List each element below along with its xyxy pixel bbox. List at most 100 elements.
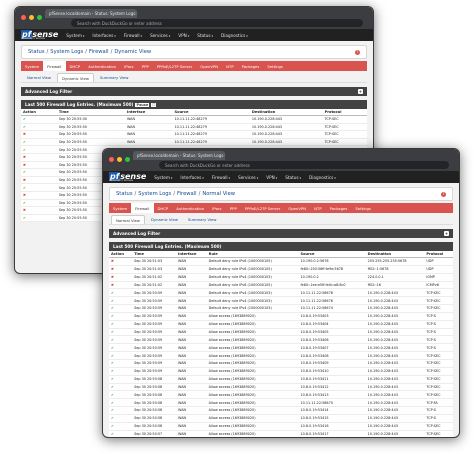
table-row[interactable]: ✔ Sep 30 20:50:59 WAN Allow access (1693889… xyxy=(109,359,453,368)
table-row[interactable]: ✔ Sep 30 20:50:59 WAN Default deny rule IPv… xyxy=(109,296,453,306)
menu-services[interactable]: Services xyxy=(150,33,170,38)
expand-filter-icon[interactable]: + xyxy=(444,231,449,236)
cell-proto: TCP:SEC xyxy=(424,288,453,298)
tab-firewall[interactable]: Firewall xyxy=(131,203,154,213)
table-row[interactable]: ✔ Sep 30 20:50:59 WAN Allow access (1693889… xyxy=(109,320,453,329)
table-row[interactable]: ✖ Sep 30 20:51:03 WAN Default deny rule IPv… xyxy=(109,257,453,266)
table-row[interactable]: ✔ Sep 30 20:50:59 WAN Default deny rule IPv… xyxy=(109,304,453,313)
table-row[interactable]: ✔ Sep 30 20:50:58 WAN Allow access (1693889… xyxy=(109,406,453,415)
help-icon[interactable]: ? xyxy=(441,191,446,197)
pfsense-logo[interactable]: pfsense COMMUNITY EDITION xyxy=(21,29,58,40)
tab-system[interactable]: System xyxy=(109,203,131,213)
menu-status[interactable]: Status xyxy=(285,175,301,180)
menu-interfaces[interactable]: Interfaces xyxy=(180,175,203,180)
tab-packages[interactable]: Packages xyxy=(238,61,264,71)
cell-proto: TCP:SEC xyxy=(424,430,453,437)
minimize-window-icon[interactable] xyxy=(117,157,122,162)
cell-dest: 10.190.0.228:443 xyxy=(365,351,425,360)
breadcrumb-status[interactable]: Status xyxy=(116,191,133,197)
tab-system[interactable]: System xyxy=(21,61,43,71)
menu-firewall[interactable]: Firewall xyxy=(212,175,230,180)
menu-interfaces[interactable]: Interfaces xyxy=(92,33,115,38)
maximize-window-icon[interactable] xyxy=(125,157,130,162)
tab-ppp[interactable]: PPP xyxy=(138,61,153,71)
browser-tab[interactable]: pfSense.localdomain - Status: System Log… xyxy=(45,9,137,18)
subtab-summary-view[interactable]: Summary View xyxy=(96,73,133,82)
tab-settings[interactable]: Settings xyxy=(351,203,375,213)
subtab-normal-view[interactable]: Normal View xyxy=(111,215,145,224)
maximize-window-icon[interactable] xyxy=(37,15,42,20)
table-row[interactable]: ✔ Sep 30 20:50:59 WAN Allow access (1693889… xyxy=(109,343,453,353)
cell-source: 10.11.11.22:58678 xyxy=(298,288,366,298)
table-row[interactable]: ✔ Sep 30 20:50:59 WAN Allow access (1693889… xyxy=(109,328,453,337)
browser-tab[interactable]: pfSense.localdomain - Status: System Log… xyxy=(133,151,225,160)
table-row[interactable]: ✔ Sep 30 20:50:59 WAN Default deny rule IPv… xyxy=(109,288,453,298)
close-window-icon[interactable] xyxy=(21,15,26,20)
tab-authentication[interactable]: Authentication xyxy=(172,203,208,213)
tab-openvpn[interactable]: OpenVPN xyxy=(196,61,222,71)
breadcrumb-system-logs[interactable]: System Logs xyxy=(50,49,83,55)
address-bar[interactable]: Search with DuckDuckGo or enter address xyxy=(159,161,449,169)
table-row[interactable]: ✔ Sep 30 20:55:30 WAN 10.11.11.22:48279 10.1… xyxy=(21,115,367,124)
table-row[interactable]: ✔ Sep 30 20:50:59 WAN Allow access (1693889… xyxy=(109,351,453,360)
menu-vpn[interactable]: VPN xyxy=(266,175,277,180)
table-row[interactable]: ✖ Sep 30 20:51:02 WAN Default deny rule IPv… xyxy=(109,281,453,290)
breadcrumb-firewall[interactable]: Firewall xyxy=(89,49,109,55)
table-row[interactable]: ✔ Sep 30 20:50:58 WAN Allow access (1693889… xyxy=(109,375,453,384)
expand-filter-icon[interactable]: + xyxy=(358,89,363,94)
table-row[interactable]: ✔ Sep 30 20:50:59 WAN Allow access (1693889… xyxy=(109,335,453,345)
breadcrumb-status[interactable]: Status xyxy=(28,49,45,55)
breadcrumb-firewall[interactable]: Firewall xyxy=(177,191,197,197)
table-row[interactable]: ✔ Sep 30 20:50:57 WAN Allow access (1693889… xyxy=(109,430,453,437)
tab-dhcp[interactable]: DHCP xyxy=(154,203,173,213)
menu-diagnostics[interactable]: Diagnostics xyxy=(221,33,248,38)
subtab-summary-view[interactable]: Summary View xyxy=(184,215,221,224)
tab-dhcp[interactable]: DHCP xyxy=(66,61,85,71)
tab-openvpn[interactable]: OpenVPN xyxy=(284,203,310,213)
table-row[interactable]: ✔ Sep 30 20:50:58 WAN Allow access (1693889… xyxy=(109,390,453,400)
menu-firewall[interactable]: Firewall xyxy=(124,33,142,38)
close-window-icon[interactable] xyxy=(109,157,114,162)
help-icon[interactable]: ? xyxy=(355,49,360,55)
menu-vpn[interactable]: VPN xyxy=(178,33,189,38)
tab-settings[interactable]: Settings xyxy=(263,61,287,71)
table-row[interactable]: ✔ Sep 30 20:50:58 WAN Allow access (1693889… xyxy=(109,414,453,423)
table-row[interactable]: ✔ Sep 30 20:50:58 WAN Allow access (1693889… xyxy=(109,422,453,431)
tab-ipsec[interactable]: IPsec xyxy=(120,61,138,71)
table-row[interactable]: ✔ Sep 30 20:50:58 WAN Allow access (1693889… xyxy=(109,383,453,392)
address-bar[interactable]: Search with DuckDuckGo or enter address xyxy=(71,19,363,27)
advanced-log-filter-header[interactable]: Advanced Log Filter + xyxy=(109,229,453,238)
pause-checkbox[interactable]: ☐ xyxy=(151,102,157,107)
cell-proto: TCP:SEC xyxy=(322,138,367,147)
tab-packages[interactable]: Packages xyxy=(326,203,352,213)
tab-ntp[interactable]: NTP xyxy=(222,61,237,71)
cell-rule: Allow access (1693889020) xyxy=(206,375,299,384)
table-row[interactable]: ✔Sep 30 20:55:50WAN10.11.11.22:4827910.1… xyxy=(21,138,367,147)
menu-system[interactable]: System xyxy=(66,33,84,38)
subtab-dynamic-view[interactable]: Dynamic View xyxy=(147,215,182,224)
subtab-normal-view[interactable]: Normal View xyxy=(23,73,55,82)
table-row[interactable]: ✔ Sep 30 20:50:59 WAN Allow access (1693889… xyxy=(109,312,453,321)
table-row[interactable]: ✔ Sep 30 20:50:59 WAN Allow access (1693889… xyxy=(109,367,453,376)
menu-status[interactable]: Status xyxy=(197,33,213,38)
tab-ipsec[interactable]: IPsec xyxy=(208,203,226,213)
tab-firewall[interactable]: Firewall xyxy=(43,61,66,71)
tab-authentication[interactable]: Authentication xyxy=(84,61,120,71)
tab-pppoe[interactable]: PPPoE/L2TP Server xyxy=(241,203,285,213)
menu-services[interactable]: Services xyxy=(238,175,258,180)
tab-ntp[interactable]: NTP xyxy=(310,203,325,213)
menu-diagnostics[interactable]: Diagnostics xyxy=(309,175,336,180)
table-row[interactable]: ✖ Sep 30 20:51:03 WAN Default deny rule IPv… xyxy=(109,265,453,274)
menu-system[interactable]: System xyxy=(154,175,172,180)
tab-ppp[interactable]: PPP xyxy=(226,203,241,213)
table-row[interactable]: ✔Sep 30 20:55:50WAN10.11.11.22:4827910.1… xyxy=(21,123,367,132)
advanced-log-filter-header[interactable]: Advanced Log Filter + xyxy=(21,87,367,96)
table-row[interactable]: ✔ Sep 30 20:50:58 WAN Allow access (1693889… xyxy=(109,398,453,408)
minimize-window-icon[interactable] xyxy=(29,15,34,20)
tab-pppoe[interactable]: PPPoE/L2TP Server xyxy=(153,61,197,71)
pfsense-logo[interactable]: pfsense COMMUNITY EDITION xyxy=(109,171,146,182)
subtab-dynamic-view[interactable]: Dynamic View xyxy=(56,73,94,82)
breadcrumb-system-logs[interactable]: System Logs xyxy=(138,191,171,197)
table-row[interactable]: ✖ Sep 30 20:51:02 WAN Default deny rule IPv… xyxy=(109,273,453,282)
table-row[interactable]: ✖Sep 30 20:55:50WAN10.11.11.22:4827910.1… xyxy=(21,130,367,139)
